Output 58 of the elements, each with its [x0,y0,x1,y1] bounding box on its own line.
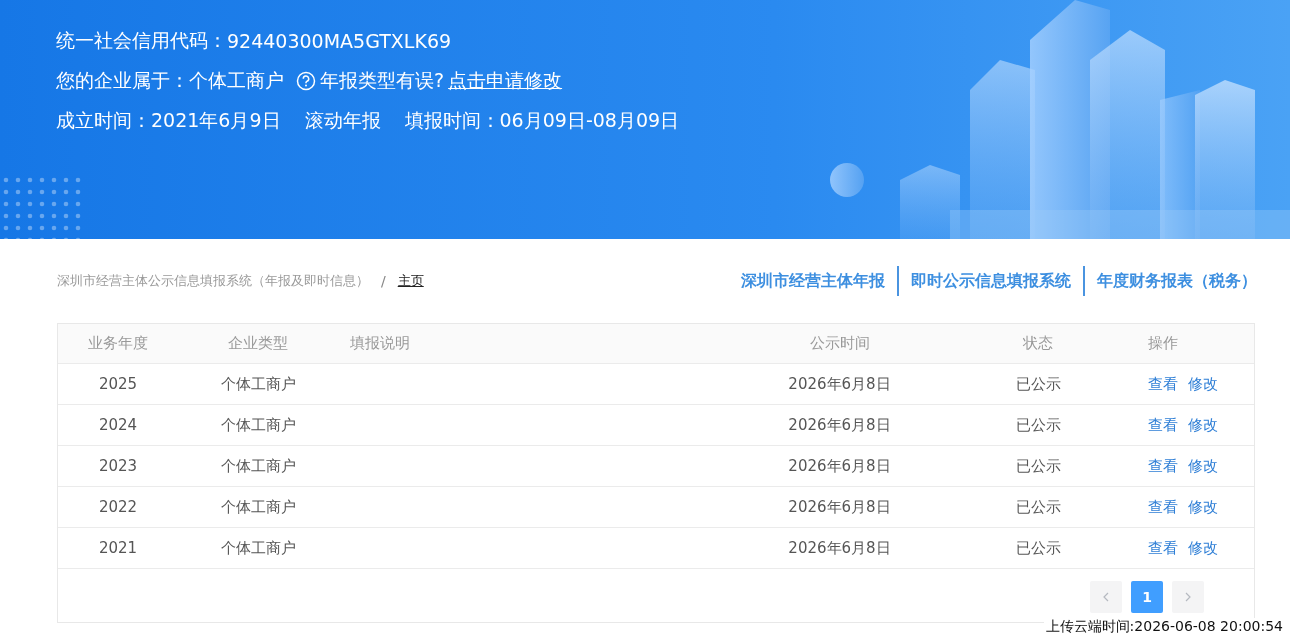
chevron-right-icon [1184,592,1192,602]
table-cell-text: 2026年6月8日 [787,497,892,517]
system-link[interactable]: 深圳市经营主体年报 [741,270,885,292]
date-info-text: 滚动年报 [304,108,381,133]
table-cell-text: 已公示 [1014,415,1062,435]
breadcrumb-link[interactable]: 主页 [397,272,424,290]
table-cell-text: 2022 [97,498,139,516]
table-cell-text: 2024 [97,416,139,434]
enterprise-type-label: 您的企业属于： [56,68,189,93]
apply-change-link[interactable]: 点击申请修改 [448,68,563,94]
system-link[interactable]: 年度财务报表（税务） [1097,270,1257,292]
column-header: 公示时间 [808,334,871,353]
action-link[interactable]: 查看 [1148,374,1178,394]
action-link[interactable]: 查看 [1148,538,1178,558]
action-link[interactable]: 查看 [1148,415,1178,435]
column-header: 填报说明 [349,334,411,353]
action-link[interactable]: 查看 [1148,456,1178,476]
credit-code-label: 统一社会信用代码： [56,28,227,53]
system-link[interactable]: 即时公示信息填报系统 [911,270,1071,292]
table-cell-text: 个体工商户 [219,415,297,435]
table-cell-text: 2026年6月8日 [787,456,892,476]
table-cell-text: 个体工商户 [219,374,297,394]
table-cell-text: 2026年6月8日 [787,415,892,435]
table-cell-text: 个体工商户 [219,497,297,517]
table-cell-text: 2023 [97,457,139,475]
table-cell-text: 已公示 [1014,456,1062,476]
enterprise-type-value: 个体工商户 [189,68,284,93]
table-cell-text: 已公示 [1014,497,1062,517]
column-header: 状态 [1022,334,1054,353]
action-link[interactable]: 修改 [1188,538,1218,558]
previous-page-button[interactable] [1090,581,1122,613]
action-link[interactable]: 修改 [1188,456,1218,476]
help-icon [296,71,316,91]
chevron-left-icon [1102,592,1110,602]
credit-code-value: 92440300MA5GTXLK69 [227,30,452,52]
breadcrumb-separator: / [381,273,386,289]
next-page-button[interactable] [1172,581,1204,613]
table-cell-text: 个体工商户 [219,456,297,476]
breadcrumb-text: 深圳市经营主体公示信息填报系统（年报及即时信息） [57,272,369,290]
action-link[interactable]: 修改 [1188,415,1218,435]
column-header: 企业类型 [227,334,289,353]
page-button[interactable]: 1 [1131,581,1163,613]
date-info-text: 填报时间：06月09日-08月09日 [404,108,680,133]
action-link[interactable]: 修改 [1188,497,1218,517]
column-header: 操作 [1147,334,1179,353]
table-cell-text: 2021 [97,539,139,557]
upload-timestamp: 上传云端时间:2026-06-08 20:00:54 [1043,618,1283,636]
date-info-text: 成立时间：2021年6月9日 [56,108,281,133]
table-cell-text: 个体工商户 [219,538,297,558]
table-cell-text: 2026年6月8日 [787,538,892,558]
type-error-hint: 年报类型有误? [320,68,445,93]
column-header: 业务年度 [87,334,149,353]
table-cell-text: 2026年6月8日 [787,374,892,394]
action-link[interactable]: 修改 [1188,374,1218,394]
action-link[interactable]: 查看 [1148,497,1178,517]
table-cell-text: 已公示 [1014,538,1062,558]
table-cell-text: 2025 [97,375,139,393]
table-cell-text: 已公示 [1014,374,1062,394]
